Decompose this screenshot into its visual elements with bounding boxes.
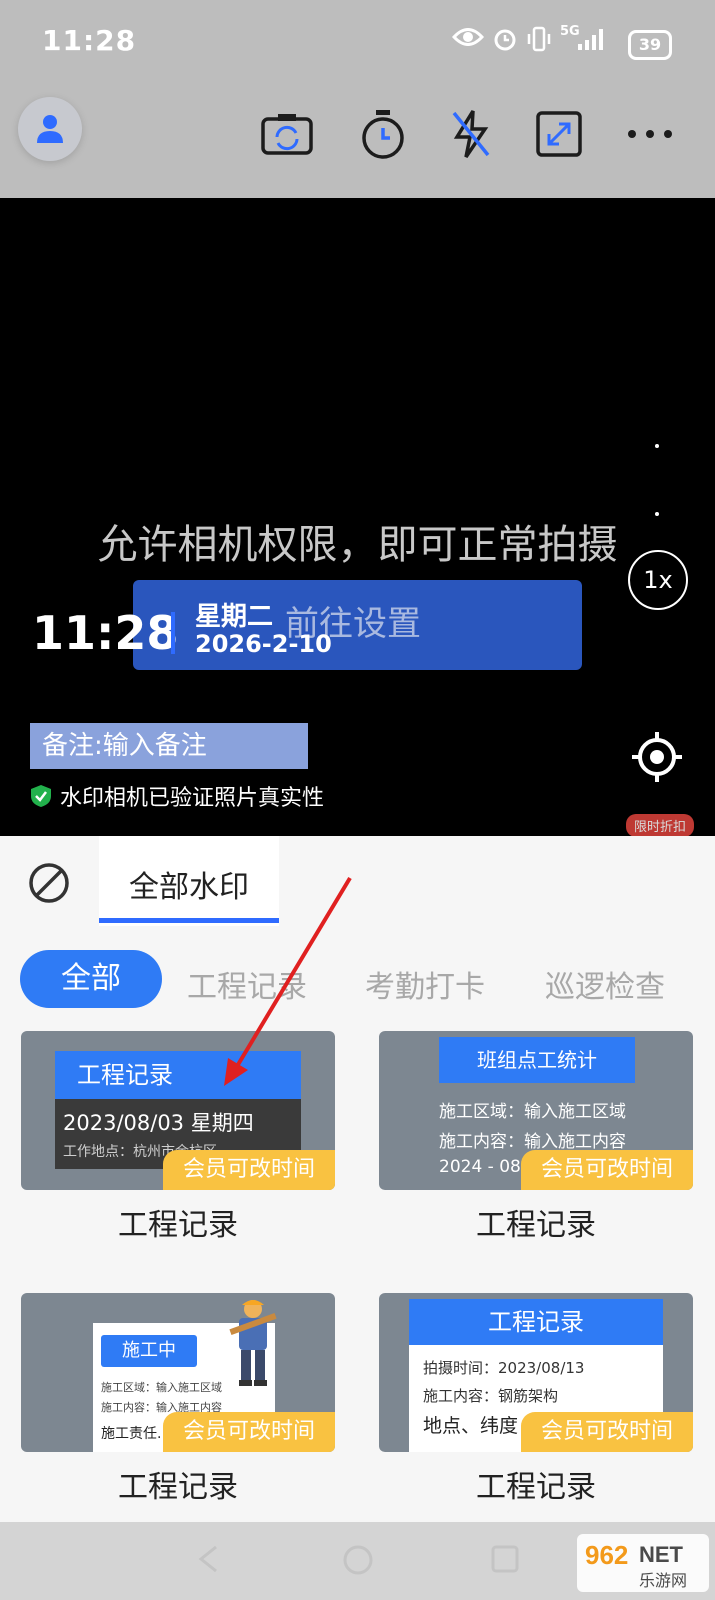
watermark-card[interactable]: 班组点工统计 施工区域：输入施工区域 施工内容：输入施工内容 2024 - 08…: [379, 1031, 693, 1190]
no-watermark-button[interactable]: [28, 862, 70, 908]
member-tag: 会员可改时间: [163, 1412, 335, 1452]
home-icon[interactable]: [342, 1544, 374, 1576]
category-attendance[interactable]: 考勤打卡: [365, 962, 485, 1006]
watermark-time: 11:28: [32, 606, 179, 660]
watermark-weekday: 星期二: [195, 602, 274, 632]
back-icon[interactable]: [196, 1544, 222, 1574]
shield-check-icon: [31, 785, 51, 807]
card-line: 施工内容：钢筋架构: [423, 1387, 559, 1405]
flip-camera-button[interactable]: [259, 106, 315, 162]
card-header: 工程记录: [55, 1051, 301, 1099]
watermark-card[interactable]: 工程记录 2023/08/03 星期四 工作地点：杭州市余杭区 会员可改时间: [21, 1031, 335, 1190]
member-tag: 会员可改时间: [521, 1150, 693, 1190]
user-icon: [37, 115, 63, 143]
promo-badge[interactable]: 限时折扣: [626, 814, 695, 836]
fullscreen-button[interactable]: [531, 106, 587, 162]
tab-indicator: [99, 918, 279, 923]
signal-icon: [576, 26, 606, 58]
tab-all-watermarks[interactable]: 全部水印: [99, 836, 279, 926]
watermark-sheet: 全部水印 全部 工程记录 考勤打卡 巡逻检查 工程记录 2023/08/03 星…: [0, 836, 715, 1522]
alarm-icon: [492, 26, 518, 58]
top-toolbar: 11:28 5G 39: [0, 0, 715, 198]
more-button[interactable]: [622, 106, 678, 162]
crosshair-icon: [632, 732, 682, 782]
recents-icon[interactable]: [490, 1544, 520, 1574]
status-time: 11:28: [42, 24, 137, 57]
remark-field[interactable]: 备注:输入备注: [30, 723, 308, 769]
card-header: 班组点工统计: [439, 1037, 635, 1083]
card-header: 工程记录: [409, 1299, 663, 1345]
timer-icon: [362, 110, 404, 159]
logo-number: 962: [585, 1540, 628, 1570]
logo-net: NET: [639, 1542, 684, 1567]
focus-dot: [655, 444, 659, 448]
card-header: 施工中: [101, 1335, 197, 1367]
site-logo: 962 NET 乐游网: [577, 1532, 709, 1594]
battery-indicator: 39: [628, 30, 672, 60]
card-line: 施工内容：输入施工内容: [439, 1132, 626, 1152]
card-line: 施工区域：输入施工区域: [439, 1102, 626, 1122]
camera-preview[interactable]: 允许相机权限，即可正常拍摄 前往设置 11:28 星期二 2026-2-10 1…: [0, 198, 715, 836]
member-tag: 会员可改时间: [163, 1150, 335, 1190]
card-line: 施工区域：输入施工区域: [101, 1381, 222, 1394]
card-line: 地点、纬度: [423, 1415, 519, 1437]
logo-name: 乐游网: [639, 1571, 687, 1590]
forbidden-icon: [29, 863, 69, 903]
vibrate-icon: [526, 26, 552, 58]
card-date: 2023/08/03 星期四: [63, 1111, 254, 1135]
verified-badge: 水印相机已验证照片真实性: [30, 780, 324, 812]
card-line: 拍摄时间：2023/08/13: [423, 1359, 585, 1377]
timer-button[interactable]: [355, 106, 411, 162]
member-tag: 会员可改时间: [521, 1412, 693, 1452]
card-label: 工程记录: [476, 1470, 596, 1505]
category-patrol[interactable]: 巡逻检查: [545, 962, 665, 1006]
eye-icon: [451, 26, 485, 54]
flash-toggle-button[interactable]: [443, 106, 499, 162]
card-label: 工程记录: [118, 1470, 238, 1505]
avatar-button[interactable]: [18, 97, 82, 161]
card-label: 工程记录: [476, 1208, 596, 1243]
flash-off-icon: [452, 110, 490, 158]
watermark-card[interactable]: 施工中 施工区域：输入施工区域 施工内容：输入施工内容 施工责任... 会员可改…: [21, 1293, 335, 1452]
expand-icon: [536, 111, 582, 157]
verified-text: 水印相机已验证照片真实性: [60, 786, 325, 811]
category-engineering[interactable]: 工程记录: [187, 962, 307, 1006]
watermark-card[interactable]: 工程记录 拍摄时间：2023/08/13 施工内容：钢筋架构 地点、纬度 会员可…: [379, 1293, 693, 1452]
tab-label: 全部水印: [129, 870, 249, 905]
card-label: 工程记录: [118, 1208, 238, 1243]
flip-camera-icon: [261, 114, 313, 155]
more-icon: [628, 130, 672, 138]
watermark-date: 2026-2-10: [195, 630, 332, 658]
zoom-button[interactable]: 1x: [628, 550, 688, 610]
permission-message: 允许相机权限，即可正常拍摄: [97, 522, 618, 568]
card-line: 2024 - 08: [439, 1157, 521, 1177]
category-all[interactable]: 全部: [20, 950, 162, 1008]
locate-button[interactable]: [630, 730, 684, 788]
watermark-divider: [171, 612, 175, 654]
worker-illustration: [227, 1297, 279, 1393]
card-line: 施工责任...: [101, 1426, 171, 1442]
